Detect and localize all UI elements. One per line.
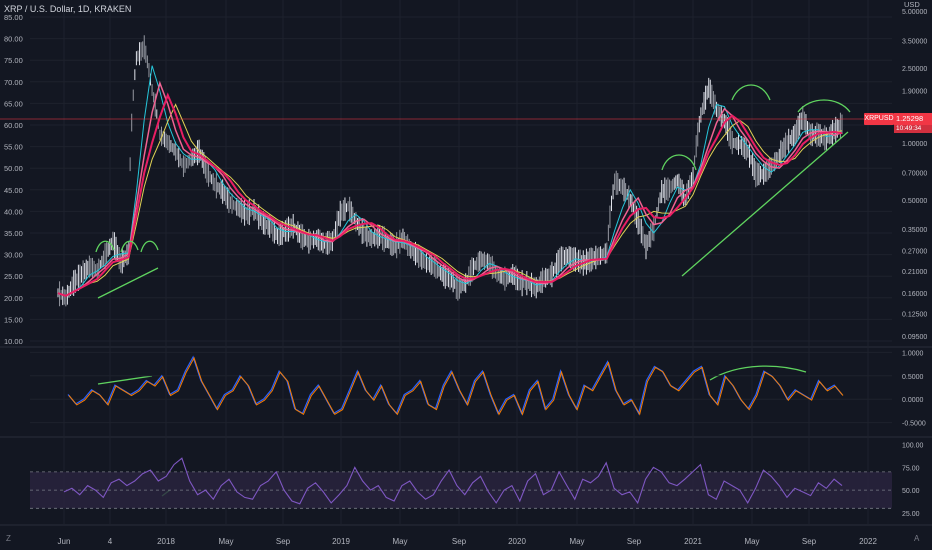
x-tick-label: May <box>392 537 407 546</box>
x-tick-label: 4 <box>108 537 113 546</box>
left-y-tick-label: 10.00 <box>4 337 23 346</box>
arc-arrow <box>731 84 771 101</box>
left-y-tick-label: 15.00 <box>4 315 23 324</box>
left-y-tick-label: 25.00 <box>4 272 23 281</box>
left-y-tick-label: 40.00 <box>4 207 23 216</box>
left-y-tick-label: 60.00 <box>4 121 23 130</box>
x-tick-label: May <box>569 537 584 546</box>
osc-y-tick-label: 1.0000 <box>902 350 924 357</box>
right-y-tick-label: 0.12500 <box>902 311 927 318</box>
zoom-button[interactable]: Z <box>6 534 11 543</box>
rsi-y-tick-label: 75.00 <box>902 465 920 472</box>
right-y-tick-label: 0.35000 <box>902 227 927 234</box>
osc-main-line <box>68 356 844 416</box>
price-tag-countdown: 10:49:34 <box>894 125 932 133</box>
left-y-tick-label: 55.00 <box>4 143 23 152</box>
right-y-tick-label: 3.50000 <box>902 38 927 45</box>
right-y-tick-label: 5.00000 <box>902 9 927 16</box>
left-y-tick-label: 45.00 <box>4 186 23 195</box>
left-y-tick-label: 20.00 <box>4 294 23 303</box>
left-y-tick-label: 35.00 <box>4 229 23 238</box>
x-tick-label: 2019 <box>332 537 350 546</box>
chart-canvas: Jun 4 2018 May Sep 2019 May Sep 2020 May Sep 2021 Ma… <box>0 0 932 546</box>
right-y-tick-label: 0.27000 <box>902 248 927 255</box>
x-tick-label: 2022 <box>859 537 877 546</box>
rsi-y-tick-label: 25.00 <box>902 511 920 518</box>
last-price-tag: XRPUSD 1.25298 10:49:34 <box>864 113 932 133</box>
x-tick-label: Sep <box>802 537 817 546</box>
right-y-tick-label: 2.50000 <box>902 66 927 73</box>
right-y-tick-label: 0.50000 <box>902 198 927 205</box>
x-tick-label: 2020 <box>508 537 526 546</box>
osc-y-tick-label: 0.0000 <box>902 397 924 404</box>
left-y-tick-label: 70.00 <box>4 78 23 87</box>
rsi-y-tick-label: 100.00 <box>902 443 924 450</box>
price-tag-value: 1.25298 <box>894 113 932 125</box>
x-tick-label: Sep <box>627 537 642 546</box>
arc-arrow <box>797 99 851 113</box>
x-tick-label: Sep <box>276 537 291 546</box>
currency-label: USD <box>904 0 920 9</box>
auto-scale-button[interactable]: A <box>914 534 919 543</box>
x-tick-label: 2021 <box>684 537 702 546</box>
x-tick-label: May <box>218 537 233 546</box>
left-y-tick-label: 50.00 <box>4 164 23 173</box>
right-y-tick-label: 0.09500 <box>902 334 927 341</box>
chart-title: XRP / U.S. Dollar, 1D, KRAKEN <box>4 4 132 14</box>
x-tick-label: Sep <box>452 537 467 546</box>
x-tick-label: May <box>744 537 759 546</box>
osc-y-tick-label: 0.5000 <box>902 374 924 381</box>
right-y-tick-label: 1.00000 <box>902 141 927 148</box>
right-y-tick-label: 0.70000 <box>902 170 927 177</box>
left-y-tick-label: 65.00 <box>4 99 23 108</box>
ma-cyan-line <box>57 65 843 297</box>
osc-signal-line <box>67 355 843 416</box>
rsi-y-tick-label: 50.00 <box>902 488 920 495</box>
left-y-tick-label: 85.00 <box>4 13 23 22</box>
price-tag-symbol: XRPUSD <box>864 113 894 125</box>
right-y-tick-label: 0.21000 <box>902 269 927 276</box>
osc-y-tick-label: -0.5000 <box>902 421 926 428</box>
x-tick-label: Jun <box>58 537 71 546</box>
arc-arrow <box>140 240 159 253</box>
right-y-tick-label: 1.90000 <box>902 88 927 95</box>
left-y-tick-label: 30.00 <box>4 251 23 260</box>
left-y-tick-label: 80.00 <box>4 35 23 44</box>
right-y-tick-label: 0.16000 <box>902 291 927 298</box>
left-y-tick-label: 75.00 <box>4 56 23 65</box>
x-tick-label: 2018 <box>157 537 175 546</box>
